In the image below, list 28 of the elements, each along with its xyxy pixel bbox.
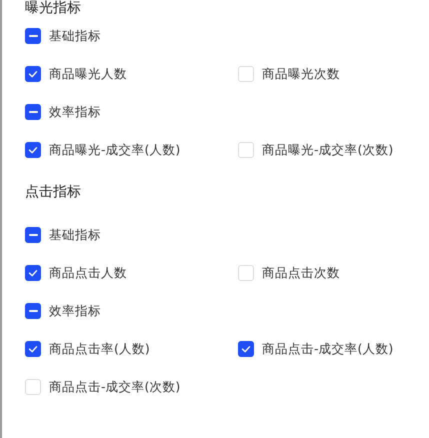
checkbox[interactable] bbox=[25, 66, 41, 82]
group-checkbox[interactable] bbox=[25, 303, 41, 319]
minus-icon bbox=[28, 111, 38, 113]
minus-icon bbox=[28, 234, 38, 236]
minus-icon bbox=[28, 35, 38, 37]
group-label: 基础指标 bbox=[49, 226, 101, 244]
section-title: 曝光指标 bbox=[25, 0, 82, 17]
group-label: 效率指标 bbox=[49, 104, 101, 120]
group-checkbox[interactable] bbox=[25, 28, 41, 44]
checkbox-label: 商品点击率(人数) bbox=[49, 340, 150, 358]
checkbox-label: 商品曝光次数 bbox=[262, 66, 340, 82]
checkbox-label: 商品点击-成交率(次数) bbox=[49, 378, 180, 396]
checkbox[interactable] bbox=[25, 341, 41, 357]
checkbox-label: 商品点击人数 bbox=[49, 264, 127, 282]
group-checkbox[interactable] bbox=[25, 227, 41, 243]
checkbox-label: 商品曝光人数 bbox=[49, 66, 127, 82]
minus-icon bbox=[28, 310, 38, 312]
section-title: 点击指标 bbox=[25, 183, 82, 202]
checkbox[interactable] bbox=[25, 142, 41, 158]
checkbox-label: 商品曝光-成交率(次数) bbox=[262, 142, 394, 158]
checkbox[interactable] bbox=[238, 341, 254, 357]
group-label: 效率指标 bbox=[49, 302, 101, 320]
checkbox[interactable] bbox=[25, 265, 41, 281]
group-label: 基础指标 bbox=[49, 28, 101, 44]
checkbox-label: 商品曝光-成交率(人数) bbox=[49, 142, 180, 158]
group-checkbox[interactable] bbox=[25, 104, 41, 120]
checkbox-label: 商品点击-成交率(人数) bbox=[262, 340, 394, 358]
checkbox-label: 商品点击次数 bbox=[262, 264, 340, 282]
